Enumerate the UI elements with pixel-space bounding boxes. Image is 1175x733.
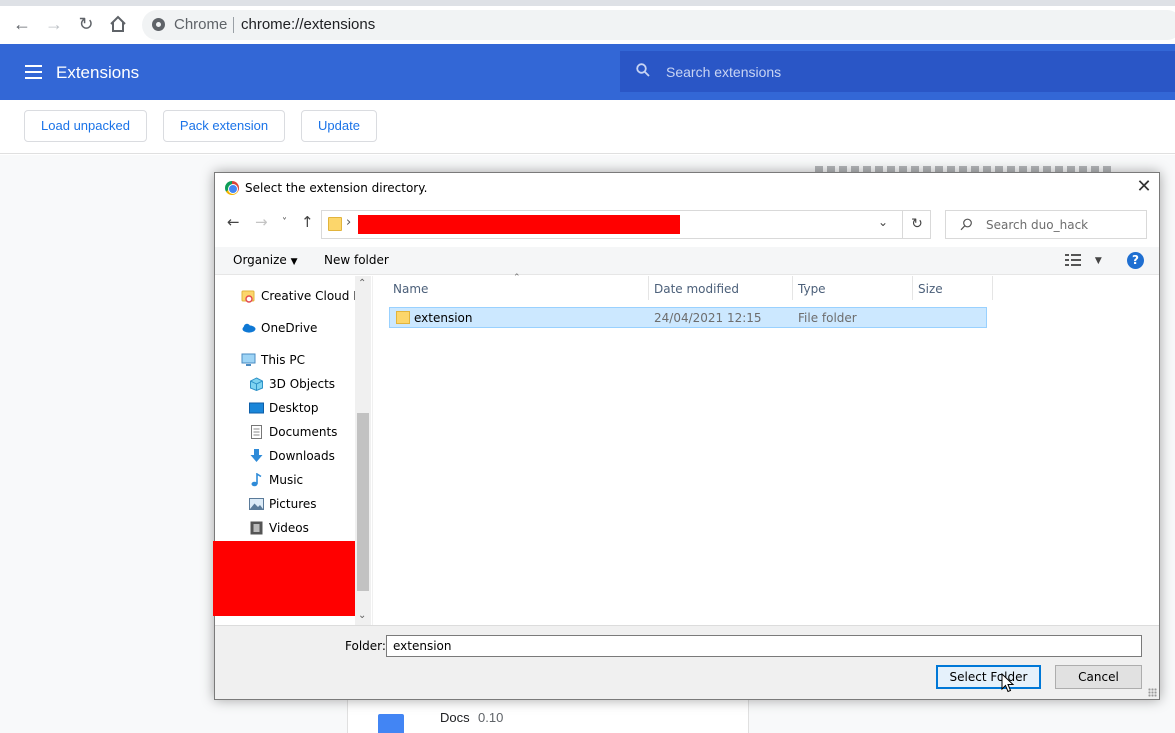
reload-icon[interactable]: ↻	[74, 12, 98, 36]
back-arrow-icon[interactable]: ←	[10, 12, 34, 36]
extension-name: Docs	[440, 710, 470, 725]
dialog-footer: Folder: Select Folder Cancel	[215, 625, 1159, 699]
computer-icon	[241, 353, 256, 366]
view-options-button[interactable]: ▼	[1065, 252, 1102, 266]
site-chip: Chrome	[174, 16, 228, 33]
row-date-modified: 24/04/2021 12:15	[654, 311, 762, 325]
onedrive-icon	[242, 323, 256, 333]
column-name[interactable]: Name	[393, 282, 428, 296]
column-headers: ⌃ Name Date modified Type Size	[373, 273, 993, 300]
refresh-icon[interactable]: ↻	[902, 211, 931, 238]
column-divider[interactable]	[792, 276, 793, 300]
cube-icon	[250, 377, 263, 391]
new-folder-button[interactable]: New folder	[324, 253, 389, 267]
column-date-modified[interactable]: Date modified	[654, 282, 739, 296]
pack-extension-button[interactable]: Pack extension	[163, 110, 285, 142]
page-title: Extensions	[56, 63, 140, 82]
home-icon[interactable]	[106, 12, 130, 36]
column-divider[interactable]	[912, 276, 913, 300]
chevron-down-icon[interactable]: ⌄	[878, 215, 888, 229]
update-button[interactable]: Update	[301, 110, 377, 142]
column-divider[interactable]	[992, 276, 993, 300]
column-size[interactable]: Size	[918, 282, 943, 296]
view-details-icon	[1065, 253, 1081, 266]
cancel-button[interactable]: Cancel	[1055, 665, 1142, 689]
chrome-icon	[225, 181, 239, 195]
nav-item-desktop[interactable]: Desktop	[249, 398, 359, 418]
file-list-pane: ⌃ Name Date modified Type Size extension…	[372, 273, 1159, 625]
resize-grip-icon[interactable]	[1148, 688, 1157, 697]
column-divider[interactable]	[648, 276, 649, 300]
video-icon	[250, 521, 263, 535]
forward-arrow-icon[interactable]: →	[255, 213, 268, 231]
load-unpacked-button[interactable]: Load unpacked	[24, 110, 147, 142]
row-name: extension	[414, 311, 473, 325]
command-bar: Organize ▼ New folder ▼ ?	[215, 247, 1159, 275]
picture-icon	[249, 498, 264, 510]
table-row[interactable]: extension 24/04/2021 12:15 File folder	[389, 307, 987, 328]
music-note-icon	[251, 473, 262, 487]
download-icon	[250, 449, 263, 462]
nav-item-3d-objects[interactable]: 3D Objects	[249, 374, 359, 394]
recent-locations-chevron-icon[interactable]: ˅	[282, 217, 287, 228]
nav-item-downloads[interactable]: Downloads	[249, 446, 359, 466]
folder-label: Folder:	[345, 639, 386, 653]
up-arrow-icon[interactable]: ↑	[301, 213, 314, 231]
sort-ascending-icon: ⌃	[513, 273, 521, 283]
extension-version: 0.10	[478, 710, 504, 725]
address-bar[interactable]: Chrome chrome://extensions	[142, 10, 1175, 40]
redacted-path	[358, 215, 680, 234]
desktop-icon	[249, 402, 264, 414]
nav-item-documents[interactable]: Documents	[249, 422, 359, 442]
search-icon	[636, 63, 650, 77]
back-arrow-icon[interactable]: ←	[227, 213, 240, 231]
close-icon[interactable]: ✕	[1133, 177, 1155, 199]
select-folder-button[interactable]: Select Folder	[936, 665, 1041, 689]
organize-label: Organize	[233, 253, 287, 267]
scroll-down-icon[interactable]: ⌄	[358, 610, 366, 621]
nav-item-pictures[interactable]: Pictures	[249, 494, 359, 514]
creative-cloud-icon	[241, 290, 255, 303]
search-placeholder: Search duo_hack	[986, 218, 1089, 232]
row-type: File folder	[798, 311, 857, 325]
folder-name-input[interactable]	[386, 635, 1142, 657]
docs-icon	[378, 714, 404, 733]
url-text[interactable]: chrome://extensions	[241, 16, 375, 33]
folder-search-input[interactable]: Search duo_hack	[945, 210, 1147, 239]
column-type[interactable]: Type	[798, 282, 826, 296]
search-icon	[960, 218, 972, 231]
folder-path-bar[interactable]: › ⌄ ↻	[321, 210, 931, 239]
nav-item-this-pc[interactable]: This PC	[241, 350, 359, 370]
folder-icon	[328, 217, 342, 231]
caret-down-icon: ▼	[1094, 256, 1102, 266]
extensions-action-bar: Load unpacked Pack extension Update	[0, 100, 1175, 154]
help-icon[interactable]: ?	[1127, 252, 1144, 269]
nav-scrollbar[interactable]: ⌃ ⌄	[355, 276, 371, 625]
navigation-pane: Creative Cloud Fil OneDrive This PC 3D O…	[213, 276, 371, 625]
browser-toolbar: ← → ↻ Chrome chrome://extensions	[0, 0, 1175, 44]
nav-item-onedrive[interactable]: OneDrive	[241, 318, 359, 338]
extension-card: Docs 0.10	[347, 699, 749, 733]
extensions-search[interactable]: Search extensions	[620, 51, 1175, 92]
caret-down-icon: ▼	[290, 257, 298, 267]
menu-icon[interactable]	[25, 65, 42, 79]
search-placeholder: Search extensions	[666, 64, 782, 80]
document-icon	[251, 425, 262, 439]
extensions-header: Extensions Search extensions	[0, 44, 1175, 100]
mouse-cursor-icon	[1001, 673, 1015, 693]
redacted-nav-items	[213, 541, 362, 616]
folder-icon	[396, 311, 410, 324]
scrollbar-thumb[interactable]	[357, 413, 369, 591]
organize-menu[interactable]: Organize ▼	[233, 253, 298, 267]
chrome-site-icon	[152, 18, 165, 31]
nav-item-videos[interactable]: Videos	[249, 518, 359, 538]
select-folder-dialog: Select the extension directory. ✕ ← → ˅ …	[213, 172, 1160, 700]
dialog-title: Select the extension directory.	[245, 181, 428, 195]
omnibox-separator	[233, 17, 234, 33]
forward-arrow-icon[interactable]: →	[42, 12, 66, 36]
scroll-up-icon[interactable]: ⌃	[358, 278, 366, 289]
breadcrumb-chevron-icon[interactable]: ›	[346, 215, 351, 230]
nav-item-music[interactable]: Music	[249, 470, 359, 490]
nav-item-creative-cloud[interactable]: Creative Cloud Fil	[241, 286, 359, 306]
